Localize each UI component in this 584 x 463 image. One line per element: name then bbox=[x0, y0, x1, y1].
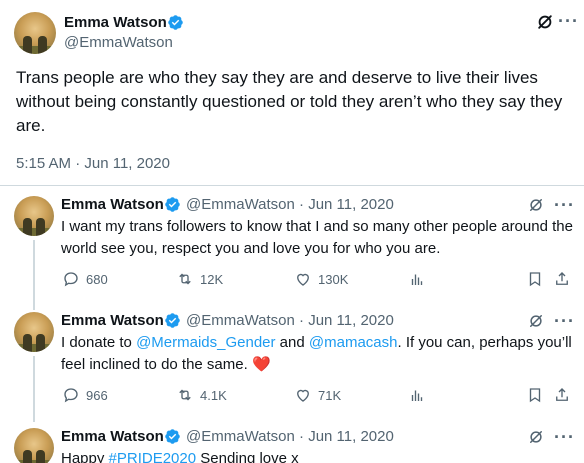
more-options-icon[interactable]: ··· bbox=[554, 312, 575, 330]
reply-button[interactable]: 680 bbox=[62, 270, 108, 288]
grok-icon[interactable] bbox=[535, 12, 555, 32]
author-name[interactable]: Emma Watson bbox=[61, 196, 164, 213]
like-count: 130K bbox=[318, 271, 349, 287]
retweet-count: 4.1K bbox=[200, 387, 227, 403]
avatar[interactable] bbox=[14, 312, 54, 352]
heart-icon bbox=[297, 273, 309, 286]
author-name[interactable]: Emma Watson bbox=[61, 312, 164, 329]
tweet-text: I want my trans followers to know that I… bbox=[61, 218, 573, 257]
main-tweet: Emma Watson @EmmaWatson ··· Trans people… bbox=[0, 0, 584, 186]
verified-badge-icon bbox=[168, 15, 183, 30]
text-segment: and bbox=[275, 334, 309, 351]
share-icon[interactable] bbox=[553, 270, 571, 288]
more-options-icon[interactable]: ··· bbox=[558, 12, 579, 30]
grok-icon[interactable] bbox=[527, 428, 545, 446]
heart-icon bbox=[297, 389, 309, 402]
author-name[interactable]: Emma Watson bbox=[61, 428, 164, 445]
grok-icon[interactable] bbox=[527, 312, 545, 330]
avatar[interactable] bbox=[14, 428, 54, 463]
like-count: 71K bbox=[318, 387, 342, 403]
thread-line bbox=[33, 240, 35, 310]
tweet-timestamp[interactable]: 5:15 AM · Jun 11, 2020 bbox=[16, 155, 170, 172]
retweet-icon bbox=[179, 273, 191, 285]
author-name[interactable]: Emma Watson bbox=[64, 14, 167, 31]
mention-link[interactable]: @Mermaids_Gender bbox=[136, 334, 275, 351]
thread-tweet[interactable]: Emma Watson @EmmaWatson · Jun 11, 2020 ·… bbox=[0, 422, 584, 463]
retweet-button[interactable]: 4.1K bbox=[176, 386, 227, 404]
share-icon[interactable] bbox=[553, 386, 571, 404]
retweet-button[interactable]: 12K bbox=[176, 270, 223, 288]
thread-tweet[interactable]: Emma Watson @EmmaWatson · Jun 11, 2020 ·… bbox=[0, 306, 584, 422]
like-button[interactable]: 130K bbox=[294, 270, 348, 288]
text-segment: Happy bbox=[61, 450, 109, 463]
thread-tweet[interactable]: Emma Watson @EmmaWatson · Jun 11, 2020 ·… bbox=[0, 190, 584, 310]
hashtag-link[interactable]: #PRIDE2020 bbox=[109, 450, 197, 463]
tweet-text: Trans people are who they say they are a… bbox=[16, 68, 563, 135]
more-options-icon[interactable]: ··· bbox=[554, 196, 575, 214]
analytics-icon[interactable] bbox=[408, 270, 426, 288]
text-segment: I donate to bbox=[61, 334, 137, 351]
tweet-meta[interactable]: @EmmaWatson · Jun 11, 2020 bbox=[186, 428, 394, 445]
retweet-count: 12K bbox=[200, 271, 224, 287]
reply-count: 966 bbox=[86, 387, 108, 403]
like-button[interactable]: 71K bbox=[294, 386, 341, 404]
avatar[interactable] bbox=[14, 12, 56, 54]
tweet-meta[interactable]: @EmmaWatson · Jun 11, 2020 bbox=[186, 312, 394, 329]
tweet-meta[interactable]: @EmmaWatson · Jun 11, 2020 bbox=[186, 196, 394, 213]
verified-badge-icon bbox=[165, 313, 180, 328]
reply-button[interactable]: 966 bbox=[62, 386, 108, 404]
analytics-icon[interactable] bbox=[408, 386, 426, 404]
bookmark-icon[interactable] bbox=[526, 386, 544, 404]
thread-line bbox=[33, 356, 35, 422]
verified-badge-icon bbox=[165, 429, 180, 444]
reply-icon bbox=[64, 272, 78, 287]
verified-badge-icon bbox=[165, 197, 180, 212]
red-heart-emoji: ❤️ bbox=[251, 356, 271, 373]
mention-link[interactable]: @mamacash bbox=[309, 334, 398, 351]
tweet-text: Happy #PRIDE2020 Sending love x bbox=[61, 448, 576, 463]
text-segment: Sending love x bbox=[196, 450, 299, 463]
grok-icon[interactable] bbox=[527, 196, 545, 214]
author-handle[interactable]: @EmmaWatson bbox=[64, 34, 173, 51]
more-options-icon[interactable]: ··· bbox=[554, 428, 575, 446]
avatar[interactable] bbox=[14, 196, 54, 236]
tweet-text: I donate to @Mermaids_Gender and @mamaca… bbox=[61, 332, 576, 376]
retweet-icon bbox=[179, 389, 191, 401]
reply-icon bbox=[64, 388, 78, 403]
bookmark-icon[interactable] bbox=[526, 270, 544, 288]
reply-count: 680 bbox=[86, 271, 108, 287]
